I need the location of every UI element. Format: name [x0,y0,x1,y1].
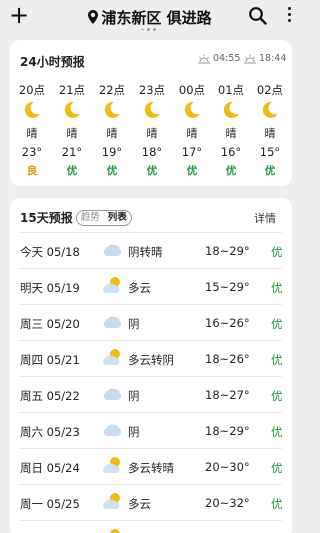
partly-cloudy-icon [101,347,123,367]
day-temperature: 20~32° [205,496,250,510]
cloud-icon [101,239,123,259]
aqi-badge: 良 [26,165,38,177]
partly-cloudy-icon [101,455,123,475]
hour-item[interactable]: 23点 晴 18° 优 [132,82,172,178]
daily-row[interactable]: 周六 05/23 阴 18~29° 优 [20,412,283,448]
cloud-icon [101,311,123,331]
top-bar: + 浦东新区 俱进路 [0,0,300,34]
aqi-badge: 优 [271,245,283,259]
cloud-icon [101,419,123,439]
aqi-badge: 优 [106,165,118,177]
daily-header: 15天预报 趋势 列表 [20,209,132,226]
hour-item[interactable]: 21点 晴 21° 优 [52,82,92,178]
day-temperature: 15~29° [205,280,250,294]
location-pin-icon [88,10,99,24]
hour-item[interactable]: 02点 晴 15° 优 [250,82,290,178]
aqi-badge: 优 [225,165,237,177]
day-temperature: 16~26° [205,316,250,330]
moon-icon [144,101,160,118]
aqi-badge: 优 [271,353,283,367]
hour-item[interactable]: 22点 晴 19° 优 [92,82,132,178]
view-toggle[interactable]: 趋势 列表 [75,209,132,226]
day-date: 周三 05/20 [20,317,80,331]
daily-row[interactable]: 明天 05/19 多云 15~29° 优 [20,268,283,304]
location-title[interactable]: 浦东新区 俱进路 [88,7,212,28]
day-date: 周六 05/23 [20,425,80,439]
hourly-forecast-card: 24小时预报 04:55 18:44 20点 晴 23° 良 21点 晴 21°… [10,40,292,186]
daily-row[interactable]: 周一 05/25 多云 20~32° 优 [20,484,283,520]
day-date: 周五 05/22 [20,389,80,403]
day-condition: 多云转阴 [128,353,174,367]
aqi-badge: 优 [271,281,283,295]
sunrise-icon [198,54,210,63]
trend-tab[interactable]: 趋势 [77,211,104,225]
aqi-badge: 优 [66,165,78,177]
aqi-badge: 优 [271,461,283,475]
daily-row[interactable]: 周五 05/22 阴 18~27° 优 [20,376,283,412]
day-condition: 多云 [128,281,151,295]
sunset: 18:44 [244,53,286,64]
day-temperature: 20~30° [205,460,250,474]
aqi-badge: 优 [146,165,158,177]
moon-icon [262,101,278,118]
daily-row[interactable]: 周三 05/20 阴 16~26° 优 [20,304,283,340]
day-temperature: 18~26° [205,352,250,366]
sunrise: 04:55 [198,53,240,64]
daily-row[interactable]: 今天 05/18 阴转晴 18~29° 优 [20,232,283,268]
day-date: 明天 05/19 [20,281,80,295]
daily-title: 15天预报 [20,211,73,225]
hour-item[interactable]: 00点 晴 17° 优 [172,82,212,178]
aqi-badge: 优 [271,317,283,331]
day-temperature: 18~27° [205,388,250,402]
more-menu-icon[interactable] [285,7,293,25]
day-condition: 多云转晴 [128,461,174,475]
day-date: 今天 05/18 [20,245,80,259]
list-tab[interactable]: 列表 [104,211,131,225]
partly-cloudy-icon [101,527,123,533]
day-temperature: 18~29° [205,424,250,438]
aqi-badge: 优 [186,165,198,177]
location-label: 浦东新区 俱进路 [101,8,212,27]
moon-icon [184,101,200,118]
hour-item[interactable]: 20点 晴 23° 良 [12,82,52,178]
aqi-badge: 优 [271,497,283,511]
search-icon[interactable] [248,6,268,26]
cloud-icon [101,383,123,403]
day-condition: 阴 [128,389,140,403]
aqi-badge: 优 [271,389,283,403]
add-city-button[interactable]: + [9,3,29,27]
daily-forecast-card: 15天预报 趋势 列表 详情 今天 05/18 阴转晴 18~29° 优明天 05/1… [10,198,292,533]
city-page-indicator [141,28,156,31]
day-date: 周一 05/25 [20,497,80,511]
day-condition: 阴 [128,425,140,439]
moon-icon [64,101,80,118]
detail-link[interactable]: 详情 [254,210,276,226]
day-condition: 阴 [128,317,140,331]
aqi-badge: 优 [271,425,283,439]
sunset-icon [244,54,256,63]
moon-icon [24,101,40,118]
day-condition: 多云 [128,497,151,511]
hour-item[interactable]: 01点 晴 16° 优 [211,82,251,178]
moon-icon [223,101,239,118]
moon-icon [104,101,120,118]
hourly-title: 24小时预报 [20,55,85,69]
day-temperature: 18~29° [205,244,250,258]
daily-row[interactable]: 周二 05/26多云19~25°优 [20,520,282,533]
daily-row[interactable]: 周四 05/21 多云转阴 18~26° 优 [20,340,283,376]
daily-row[interactable]: 周日 05/24 多云转晴 20~30° 优 [20,448,283,484]
partly-cloudy-icon [101,275,123,295]
day-date: 周四 05/21 [20,353,80,367]
day-condition: 阴转晴 [128,245,163,259]
day-date: 周日 05/24 [20,461,80,475]
aqi-badge: 优 [264,165,276,177]
partly-cloudy-icon [101,491,123,511]
